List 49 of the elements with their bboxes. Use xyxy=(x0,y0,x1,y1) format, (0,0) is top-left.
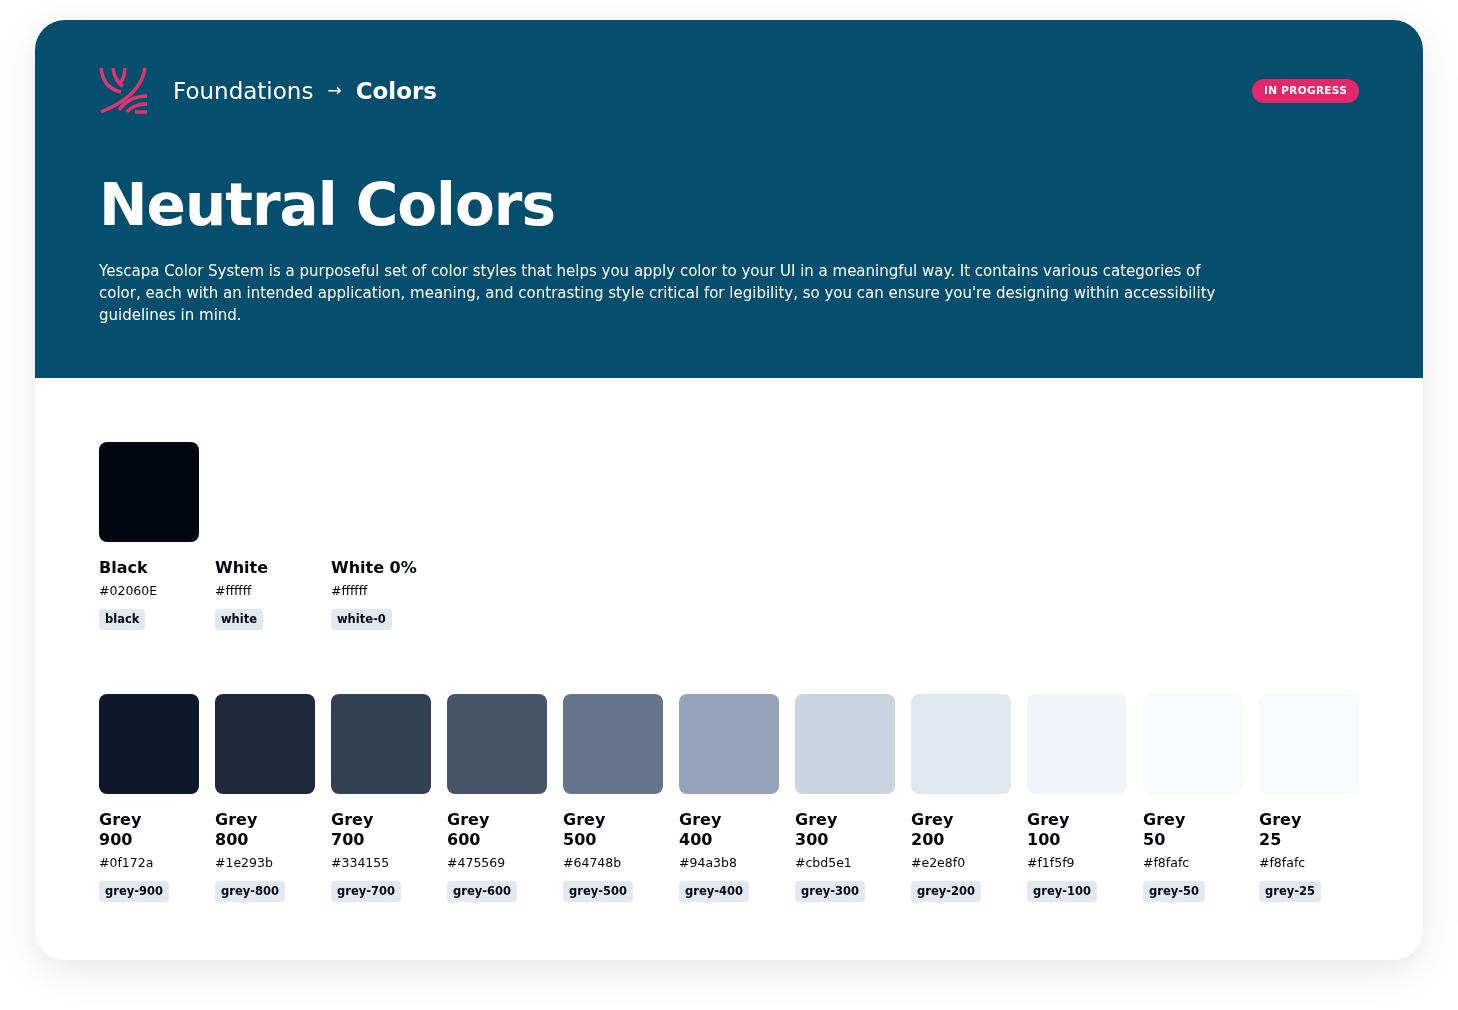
hex-code: #ffffff xyxy=(215,582,253,600)
color-name: Grey 800 xyxy=(215,810,258,850)
hex-code: #334155 xyxy=(331,854,391,872)
token-tag: grey-300 xyxy=(795,880,865,902)
hex-code: #f1f5f9 xyxy=(1027,854,1076,872)
token-tag: grey-400 xyxy=(679,880,749,902)
token-tag: grey-25 xyxy=(1259,880,1321,902)
hex-code: #94a3b8 xyxy=(679,854,738,872)
token-tag: grey-50 xyxy=(1143,880,1205,902)
hex-code: #475569 xyxy=(447,854,507,872)
color-name: Grey 100 xyxy=(1027,810,1070,850)
token-tag: grey-500 xyxy=(563,880,633,902)
color-name: Grey 500 xyxy=(563,810,606,850)
hex-code: #1e293b xyxy=(215,854,274,872)
hex-code: #ffffff xyxy=(331,582,369,600)
color-name: Grey 900 xyxy=(99,810,142,850)
token-tag: grey-700 xyxy=(331,880,401,902)
logo-icon xyxy=(99,66,149,116)
hex-code: #0f172a xyxy=(99,854,155,872)
color-name: Grey 300 xyxy=(795,810,838,850)
color-name: Grey 400 xyxy=(679,810,722,850)
breadcrumb-link[interactable]: Foundations xyxy=(173,73,314,109)
hex-code: #f8fafc xyxy=(1143,854,1191,872)
color-name: Grey 700 xyxy=(331,810,374,850)
hex-code: #e2e8f0 xyxy=(911,854,967,872)
hex-code: #64748b xyxy=(563,854,623,872)
token-tag: grey-900 xyxy=(99,880,169,902)
token-tag: grey-800 xyxy=(215,880,285,902)
breadcrumb-current: Colors xyxy=(355,76,438,106)
token-tag: white xyxy=(215,608,264,630)
color-name: Grey 25 xyxy=(1259,810,1302,850)
color-name: White 0% xyxy=(331,558,418,578)
token-tag: grey-200 xyxy=(911,880,981,902)
hex-code: #cbd5e1 xyxy=(795,854,853,872)
hex-code: #f8fafc xyxy=(1259,854,1307,872)
token-tag: white-0 xyxy=(331,608,392,630)
color-name: Black xyxy=(99,558,149,578)
token-tag: grey-600 xyxy=(447,880,517,902)
page-description: Yescapa Color System is a purposeful set of color styles that helps you apply color to your UI in a meaningful way. It contains various categories of color, each with an intended application, meaning, and contrasting style critical for legibility, so you can ensure you're designing within accessibility guidelines in mind. xyxy=(99,260,1217,326)
breadcrumb-separator: → xyxy=(327,79,342,103)
color-name: Grey 600 xyxy=(447,810,490,850)
token-tag: black xyxy=(99,608,146,630)
color-name: White xyxy=(215,558,270,578)
status-badge: IN PROGRESS xyxy=(1252,79,1359,103)
page-title: Neutral Colors xyxy=(99,174,556,238)
color-name: Grey 50 xyxy=(1143,810,1186,850)
color-name: Grey 200 xyxy=(911,810,954,850)
hex-code: #02060E xyxy=(99,582,159,600)
token-tag: grey-100 xyxy=(1027,880,1097,902)
